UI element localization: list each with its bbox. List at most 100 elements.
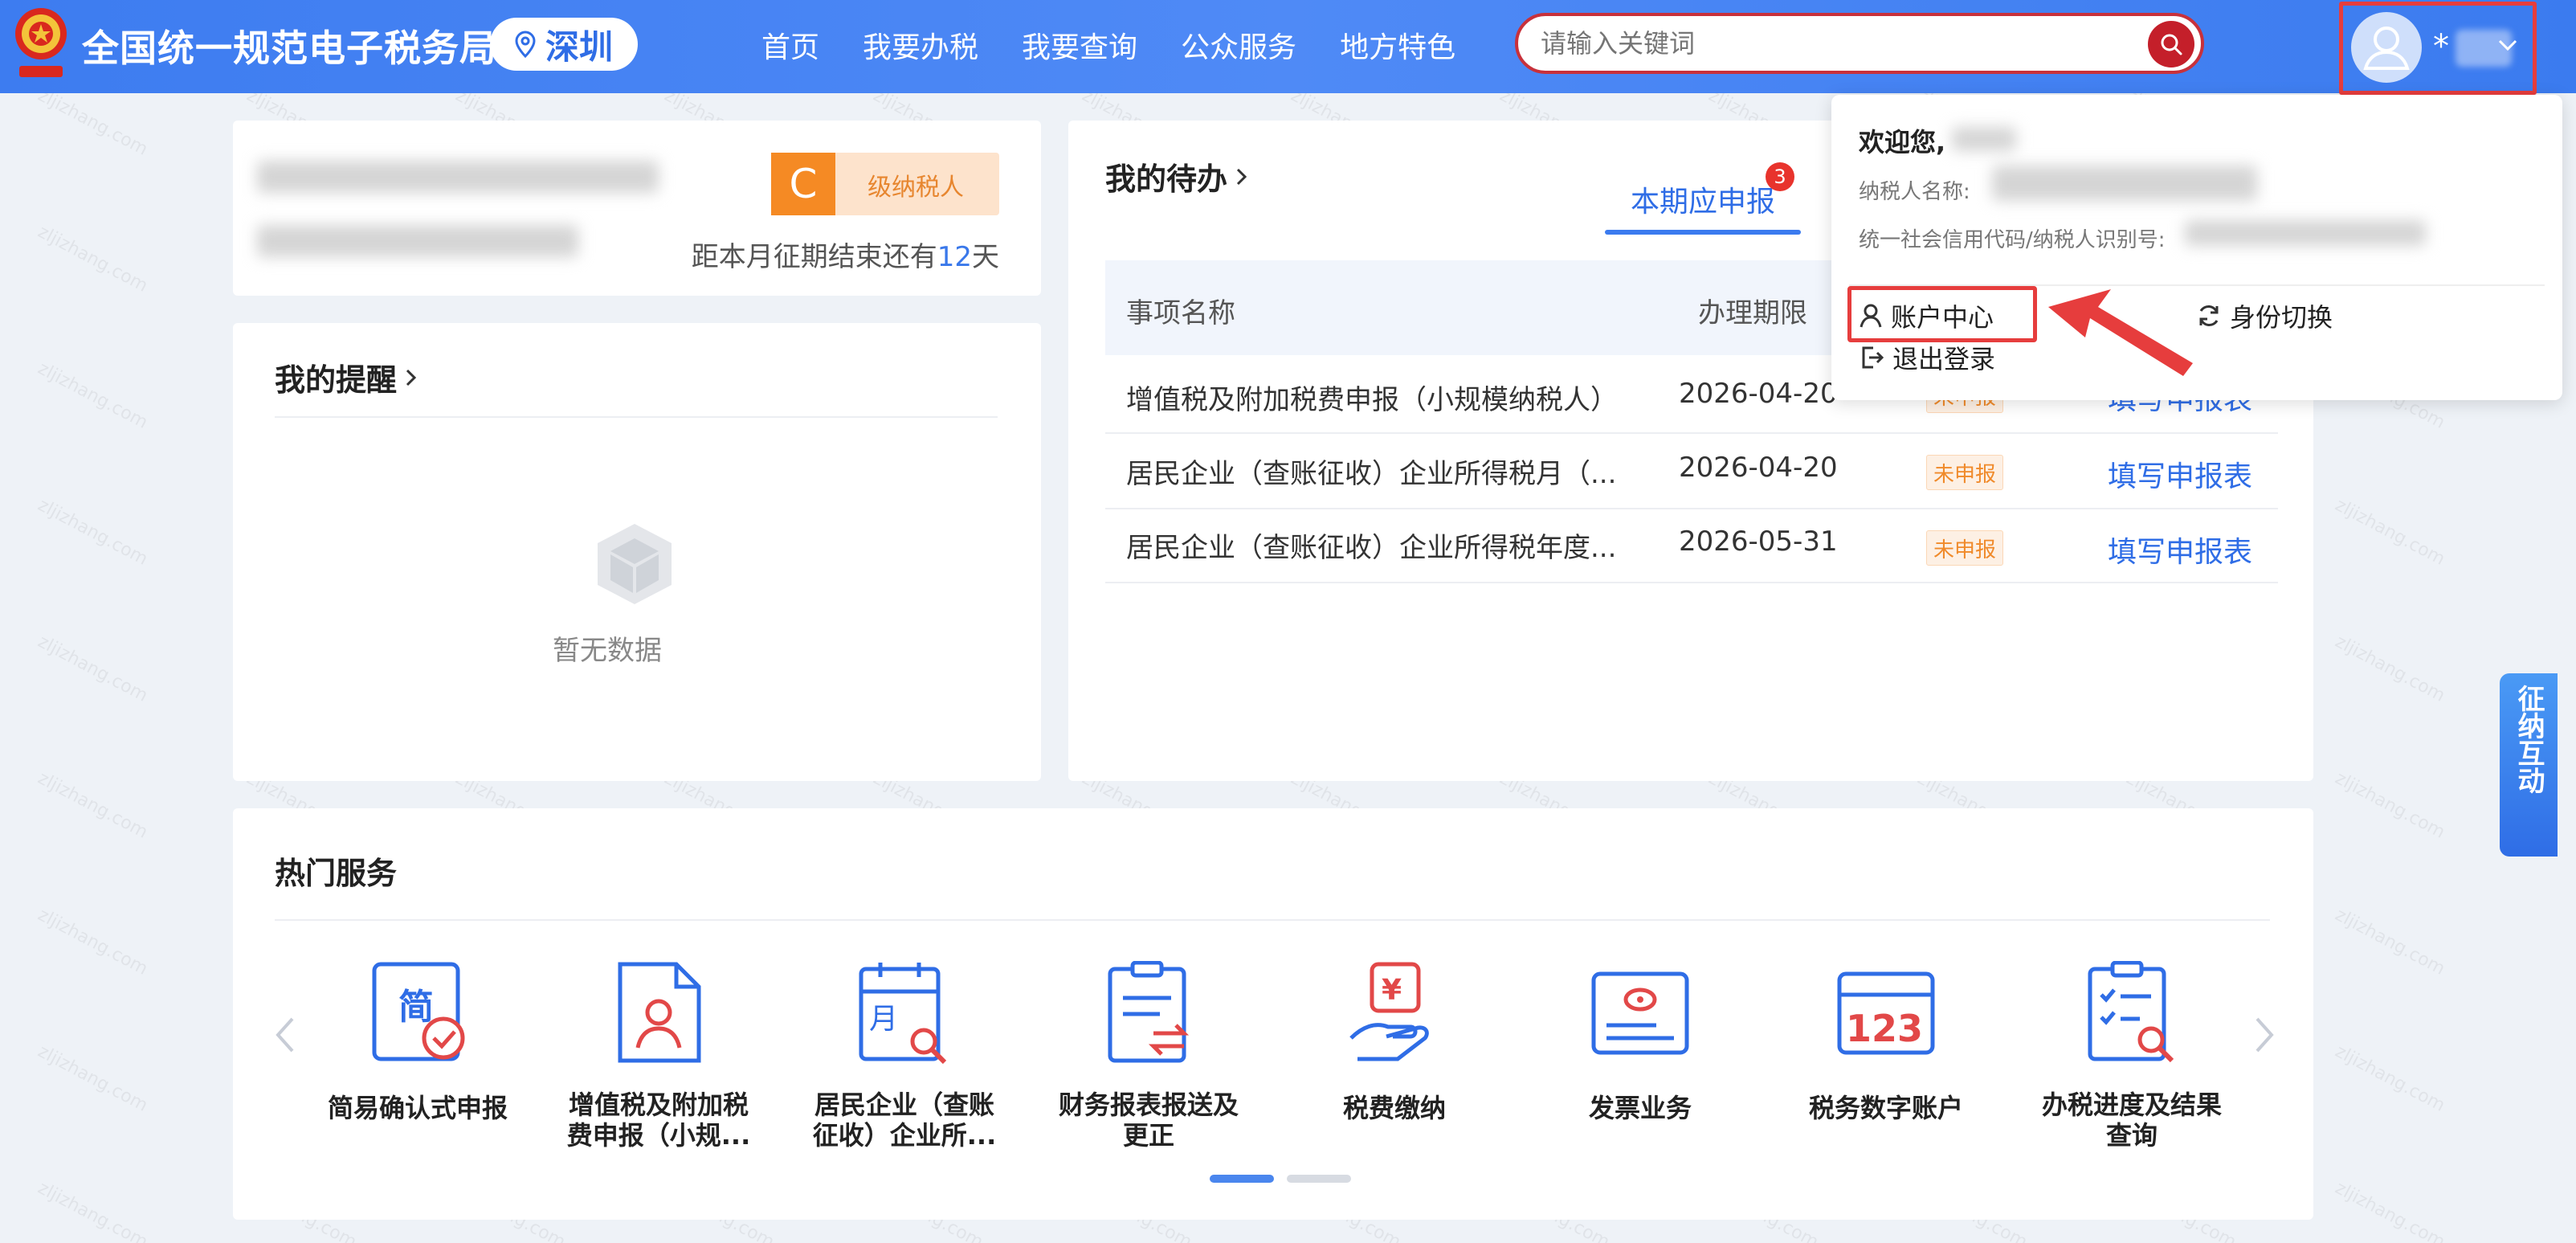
reminder-title: 我的提醒	[275, 362, 398, 398]
watermark-text: zljizhang.com	[2331, 495, 2448, 570]
chevron-right-icon	[1236, 168, 1247, 185]
svg-text:123: 123	[1846, 1007, 1923, 1050]
service-label: 增值税及附加税费申报（小规...	[566, 1090, 751, 1151]
tab-current-declare[interactable]: 本期应申报	[1631, 178, 1775, 220]
deadline-days: 12	[937, 241, 972, 273]
watermark-text: zljizhang.com	[2331, 768, 2448, 843]
todo-title-link[interactable]: 我的待办	[1105, 154, 1248, 198]
site-title[interactable]: 全国统一规范电子税务局	[82, 19, 497, 72]
service-label: 财务报表报送及更正	[1058, 1090, 1239, 1151]
watermark-text: zljizhang.com	[34, 632, 151, 706]
carousel-prev-button[interactable]	[273, 1014, 297, 1067]
chevron-left-icon	[276, 1017, 294, 1053]
deadline-notice: 距本月征期结束还有12天	[692, 235, 999, 274]
credit-code-value-masked	[2185, 220, 2426, 246]
status-badge: 未申报	[1926, 455, 2003, 490]
search-icon	[2161, 34, 2182, 55]
fill-declaration-link[interactable]: 填写申报表	[2108, 453, 2252, 495]
search-input[interactable]	[1541, 26, 2119, 61]
account-center-label: 账户中心	[1891, 302, 1994, 333]
taxpayer-name-label: 纳税人名称:	[1859, 180, 1970, 204]
main-nav: 首页 我要办税 我要查询 公众服务 地方特色	[761, 24, 1455, 66]
user-icon	[1860, 304, 1882, 328]
service-digital-account[interactable]: 123 税务数字账户	[1790, 961, 1982, 1146]
column-header-name: 事项名称	[1126, 297, 1235, 329]
nav-handle-tax[interactable]: 我要办税	[863, 24, 978, 66]
service-simple-declare[interactable]: 简 简易确认式申报	[321, 961, 514, 1146]
service-label: 办税进度及结果查询	[2041, 1090, 2222, 1151]
svg-text:¥: ¥	[1382, 974, 1402, 1007]
vat-declare-icon	[618, 962, 701, 1063]
watermark-text: zljizhang.com	[34, 768, 151, 843]
watermark-text: zljizhang.com	[34, 1041, 151, 1116]
chevron-right-icon	[2256, 1017, 2274, 1053]
service-progress-query[interactable]: 办税进度及结果查询	[2035, 961, 2228, 1151]
carousel-dot-active[interactable]	[1210, 1175, 1274, 1183]
digital-account-icon: 123	[1837, 971, 1935, 1055]
watermark-text: zljizhang.com	[34, 358, 151, 433]
empty-text: 暂无数据	[553, 635, 662, 667]
watermark-text: zljizhang.com	[34, 85, 151, 160]
tax-payment-icon: ¥	[1349, 962, 1429, 1061]
tax-emblem-icon	[15, 8, 67, 77]
deadline-suffix: 天	[972, 241, 999, 273]
user-avatar-icon	[2363, 27, 2410, 70]
row-deadline: 2026-04-20	[1679, 378, 1838, 410]
fill-declaration-link[interactable]: 填写申报表	[2108, 529, 2252, 570]
service-financial-report[interactable]: 财务报表报送及更正	[1052, 961, 1245, 1151]
nav-local-feature[interactable]: 地方特色	[1340, 24, 1455, 66]
reminder-card: 我的提醒 暂无数据	[233, 323, 1041, 781]
interaction-float-button[interactable]: 征纳互动	[2500, 673, 2558, 857]
hot-services-divider	[275, 919, 2270, 921]
logout-label: 退出登录	[1892, 344, 1996, 374]
avatar	[2351, 12, 2422, 83]
nav-public-service[interactable]: 公众服务	[1181, 24, 1296, 66]
nav-home[interactable]: 首页	[761, 24, 819, 66]
column-header-deadline: 办理期限	[1698, 297, 1807, 329]
watermark-text: zljizhang.com	[2331, 1041, 2448, 1116]
logout-icon	[1862, 346, 1884, 369]
service-invoice[interactable]: 发票业务	[1544, 961, 1737, 1146]
service-label: 居民企业（查账征收）企业所...	[812, 1090, 997, 1151]
taxpayer-id-masked	[257, 225, 578, 257]
reminder-divider	[275, 416, 998, 418]
service-tax-payment[interactable]: ¥ 税费缴纳	[1298, 961, 1491, 1146]
top-header: 全国统一规范电子税务局 深圳 首页 我要办税 我要查询 公众服务 地方特色 *	[0, 0, 2576, 95]
svg-text:简: 简	[398, 987, 434, 1028]
enterprise-tax-icon: 月	[859, 963, 947, 1065]
deadline-prefix: 距本月征期结束还有	[691, 241, 937, 273]
credit-level-badge: C 级纳税人	[771, 153, 999, 215]
watermark-text: zljizhang.com	[2331, 632, 2448, 706]
reminder-title-link[interactable]: 我的提醒	[275, 355, 418, 399]
carousel-dot[interactable]	[1287, 1175, 1351, 1183]
search-bar	[1515, 13, 2204, 74]
empty-box-icon	[598, 524, 672, 604]
credit-level-letter: C	[771, 153, 835, 215]
service-enterprise-tax[interactable]: 月 居民企业（查账征收）企业所...	[808, 961, 1001, 1151]
service-vat-declare[interactable]: 增值税及附加税费申报（小规...	[562, 961, 755, 1151]
switch-identity-label: 身份切换	[2230, 302, 2333, 333]
dropdown-welcome: 欢迎您,	[1859, 127, 1946, 157]
user-menu-trigger[interactable]: *	[2339, 2, 2537, 95]
watermark-text: zljizhang.com	[2331, 905, 2448, 979]
nav-query[interactable]: 我要查询	[1022, 24, 1137, 66]
row-deadline: 2026-04-20	[1679, 452, 1838, 484]
account-center-item[interactable]: 账户中心	[1859, 297, 1994, 334]
invoice-icon	[1591, 971, 1689, 1055]
simple-declare-icon: 简	[372, 962, 465, 1061]
status-badge: 未申报	[1926, 530, 2003, 566]
svg-text:月: 月	[869, 1003, 898, 1036]
chevron-right-icon	[406, 369, 417, 386]
switch-identity-item[interactable]: 身份切换	[2196, 297, 2333, 334]
city-name: 深圳	[545, 27, 613, 67]
search-button[interactable]	[2148, 21, 2194, 67]
watermark-text: zljizhang.com	[34, 222, 151, 296]
logout-item[interactable]: 退出登录	[1859, 339, 1995, 376]
table-row: 居民企业（查账征收）企业所得税月（... 2026-04-20 未申报 填写申报…	[1105, 434, 2278, 508]
hot-services-card: 热门服务 简 简易确认式申报 增值税及附加税费申报（小规... 月 居民企业（查…	[233, 808, 2313, 1220]
city-selector[interactable]: 深圳	[490, 18, 638, 71]
carousel-next-button[interactable]	[2252, 1014, 2276, 1067]
service-label: 发票业务	[1588, 1093, 1692, 1123]
chevron-down-icon	[2498, 39, 2517, 51]
annotation-arrow-icon	[2048, 289, 2193, 376]
